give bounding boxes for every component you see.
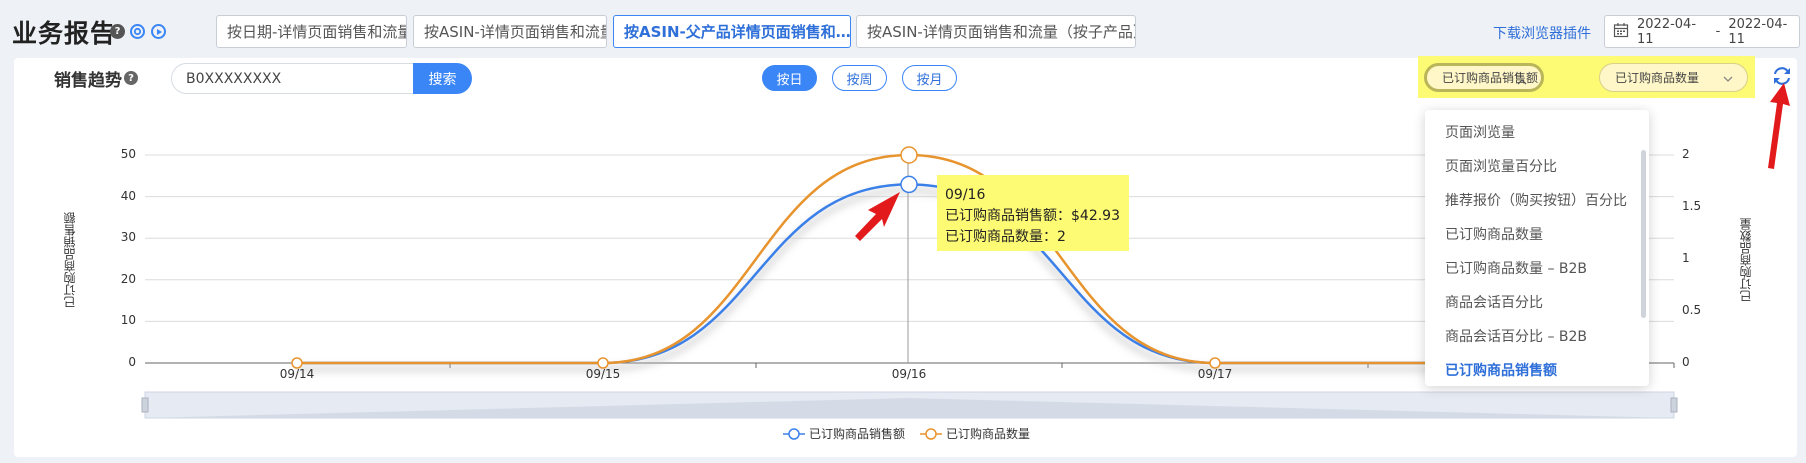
y-tick-left: 10 (120, 313, 136, 328)
chart-tooltip: 09/16 已订购商品销售额：$42.93 已订购商品数量：2 (937, 175, 1129, 251)
y-tick-left: 30 (120, 230, 136, 245)
legend-label: 已订购商品数量 (946, 427, 1031, 441)
tooltip-sales: 已订购商品销售额：$42.93 (945, 208, 1120, 224)
zoom-handle-right[interactable] (1670, 397, 1678, 413)
x-tick-label: 09/16 (891, 367, 927, 381)
y-tick-right: 0.5 (1682, 303, 1702, 317)
y-tick-left: 0 (128, 355, 136, 369)
data-point (900, 175, 918, 194)
y-tick-left: 40 (120, 188, 136, 203)
legend-label: 已订购商品销售额 (809, 427, 906, 441)
dropdown-item[interactable]: 推荐报价（购买按钮）百分比 (1445, 190, 1627, 210)
tooltip-date: 09/16 (945, 187, 986, 203)
y-tick-right: 0 (1682, 355, 1690, 369)
dropdown-item[interactable]: 已订购商品数量 – B2B (1445, 258, 1587, 278)
y-axis-title-left: 已订购商品销售额 (63, 212, 77, 308)
legend-line-icon (783, 427, 805, 440)
dropdown-item[interactable]: 商品会话百分比 – B2B (1445, 326, 1587, 346)
y-tick-right: 1.5 (1682, 199, 1702, 213)
dropdown-item[interactable]: 页面浏览量百分比 (1445, 156, 1557, 176)
y-axis-title-right: 已订购商品数量 (1739, 218, 1753, 302)
data-point (900, 146, 918, 164)
y-tick-right: 2 (1682, 147, 1690, 161)
annotation-arrow-icon (1768, 83, 1790, 169)
y-tick-right: 1 (1682, 251, 1690, 265)
metric-dropdown-menu: 页面浏览量 页面浏览量百分比 推荐报价（购买按钮）百分比 已订购商品数量 已订购… (1425, 110, 1649, 386)
series-line (296, 183, 1521, 365)
dropdown-item[interactable]: 页面浏览量 (1445, 122, 1515, 142)
x-tick-label: 09/14 (279, 367, 315, 381)
legend-item-units[interactable]: 已订购商品数量 (920, 425, 1030, 442)
y-tick-left: 50 (120, 147, 136, 161)
tooltip-units: 已订购商品数量：2 (945, 229, 1066, 245)
dropdown-item[interactable]: 已订购商品数量 (1445, 224, 1543, 244)
zoom-handle-left[interactable] (141, 397, 149, 413)
x-tick-label: 09/15 (585, 367, 621, 381)
legend-item-sales[interactable]: 已订购商品销售额 (783, 425, 905, 442)
y-tick-left: 20 (120, 271, 136, 286)
legend-line-icon (920, 427, 942, 440)
dropdown-scrollbar[interactable] (1641, 150, 1646, 318)
x-tick-label: 09/17 (1197, 367, 1233, 381)
dropdown-item[interactable]: 商品会话百分比 (1445, 292, 1543, 312)
dropdown-item-selected[interactable]: 已订购商品销售额 (1445, 360, 1557, 380)
